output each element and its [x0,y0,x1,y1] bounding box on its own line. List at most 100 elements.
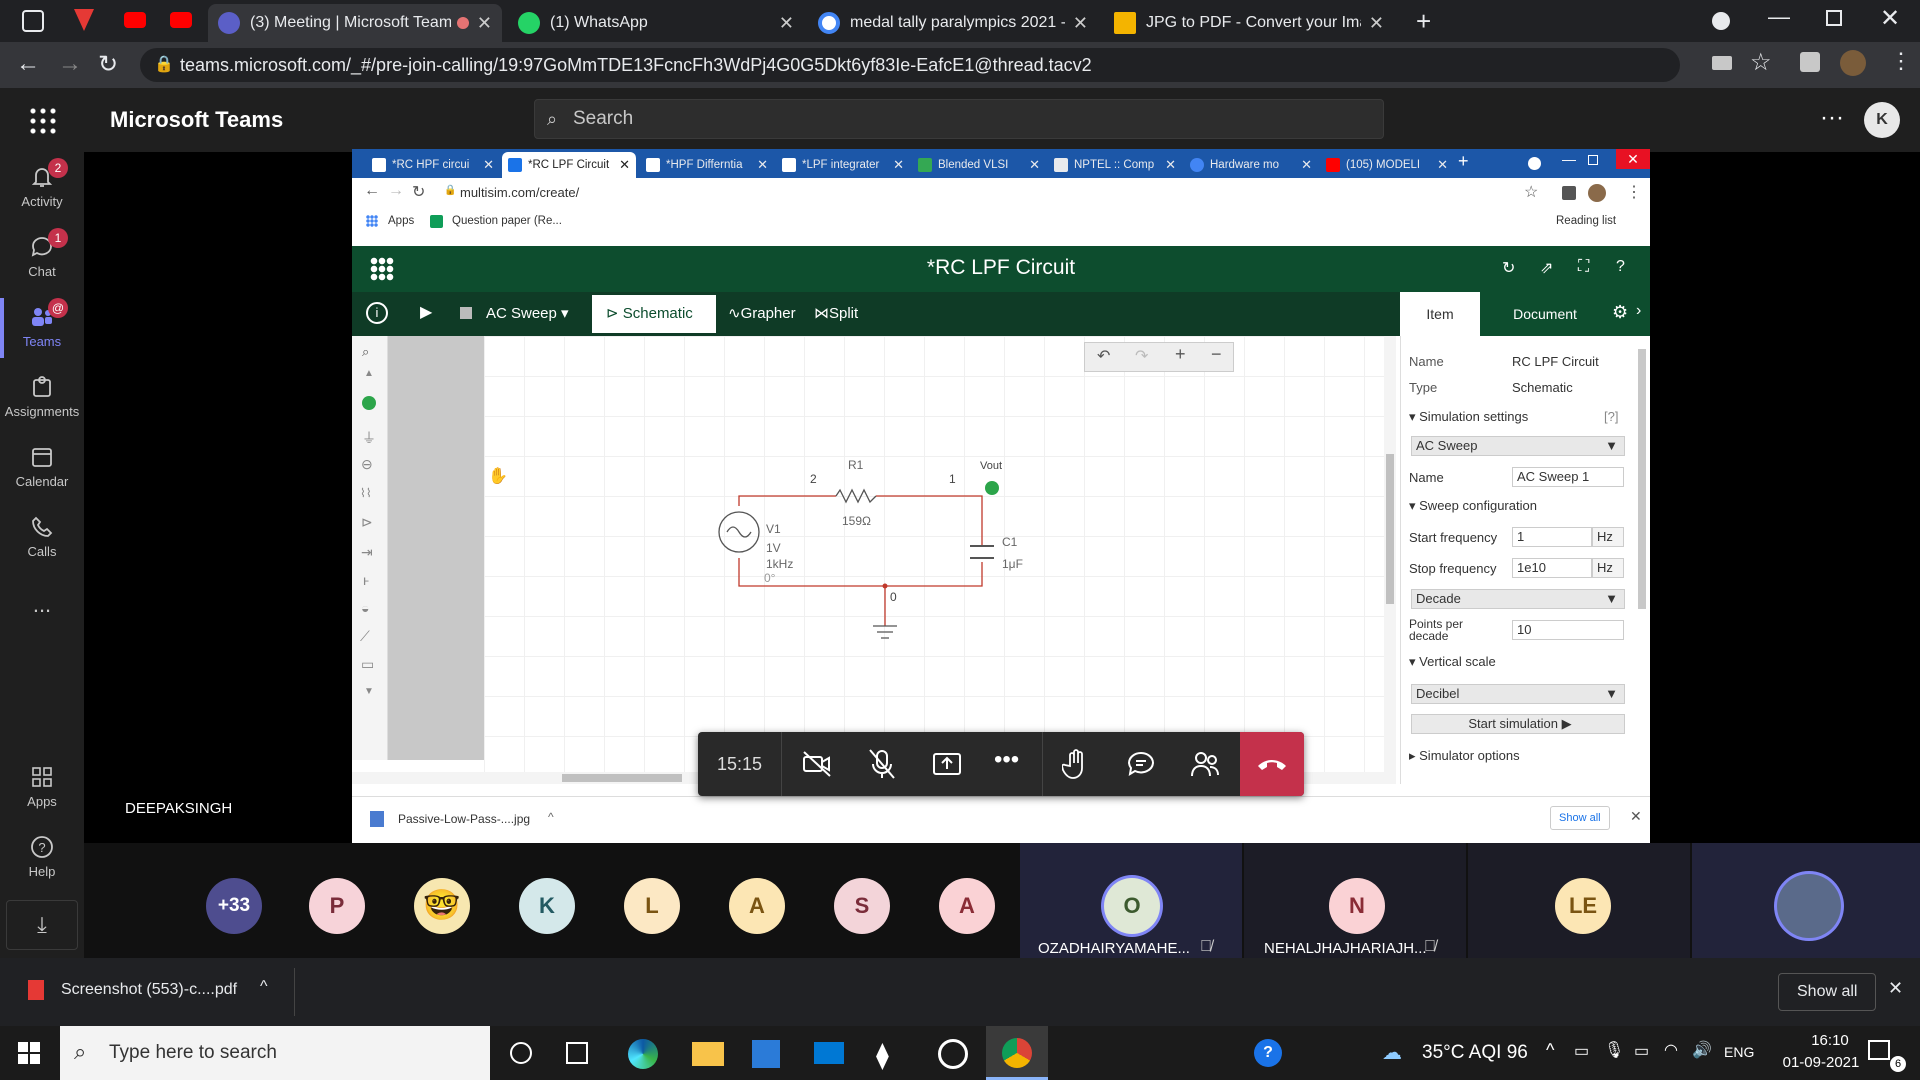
minimize-icon[interactable]: — [1562,151,1576,167]
rail-calendar[interactable]: Calendar [0,444,84,489]
scroll-thumb[interactable] [562,774,682,782]
bookmark-star-icon[interactable]: ☆ [1750,48,1772,77]
close-tab-icon[interactable]: ✕ [893,157,904,173]
inner-url[interactable]: multisim.com/create/ [460,185,579,200]
close-icon[interactable]: ✕ [1630,808,1642,825]
new-tab-icon[interactable]: + [1458,151,1469,172]
store-icon[interactable] [752,1040,780,1068]
rail-calls[interactable]: Calls [0,514,84,559]
schematic-canvas[interactable]: ↶ ↷ + − ✋ 2 1 R1 159Ω Vout C1 1μF V1 1V … [484,336,1384,772]
inner-tab[interactable]: *HPF Differntia ✕ [640,152,774,178]
close-tab-icon[interactable]: ✕ [757,157,768,173]
ground-icon[interactable]: ⏚ [362,428,376,448]
mic-off-icon[interactable] [868,748,896,780]
inner-tab[interactable]: Blended VLSI ✕ [912,152,1046,178]
ic-icon[interactable]: ▭ [361,656,374,673]
mic-icon[interactable]: 🎙 [1604,1040,1624,1060]
source-icon[interactable]: ⊖ [361,456,373,473]
close-tab-icon[interactable]: ✕ [1165,157,1176,173]
sweep-type-select[interactable]: Decade ▼ [1411,589,1625,609]
tab-item[interactable]: Item [1400,292,1480,336]
url-field[interactable]: 🔒 teams.microsoft.com/_#/pre-join-callin… [140,48,1680,82]
app-launcher-icon[interactable] [28,106,56,134]
help-icon[interactable]: ? [1254,1039,1282,1067]
extensions-icon[interactable] [1800,52,1820,72]
download-filename[interactable]: Passive-Low-Pass-....jpg [398,812,530,826]
participants-icon[interactable] [1190,750,1220,778]
section-simulator-options[interactable]: ▸ Simulator options [1409,748,1520,764]
taskbar-search[interactable]: ⌕ Type here to search [60,1026,490,1080]
panel-scroll-thumb[interactable] [1638,349,1646,609]
close-tab-icon[interactable]: ✕ [477,13,492,34]
info-icon[interactable]: i [366,302,388,324]
more-actions-icon[interactable]: ••• [994,746,1019,774]
bookmark-star-icon[interactable]: ☆ [1524,182,1538,202]
chevron-up-icon[interactable]: ^ [548,810,554,824]
rail-assignments[interactable]: Assignments [0,374,84,419]
share-screen-icon[interactable] [932,750,962,778]
bookmark-apps[interactable]: Apps [388,215,414,227]
tab-search-icon[interactable] [1528,157,1541,170]
scroll-down-icon[interactable]: ▼ [364,686,374,697]
forward-icon[interactable]: → [58,50,82,78]
switch-icon[interactable]: ⟋ [360,628,370,645]
task-view-icon[interactable] [566,1042,588,1064]
run-icon[interactable]: ▶ [420,302,432,322]
close-icon[interactable]: ✕ [1888,978,1903,999]
participant-avatar[interactable]: A [729,878,785,934]
language-indicator[interactable]: ENG [1724,1044,1754,1060]
scroll-thumb[interactable] [1386,454,1394,604]
vertical-scale-select[interactable]: Decibel ▼ [1411,684,1625,704]
diode-icon[interactable]: ⇥ [361,544,373,561]
menu-dots-icon[interactable]: ⋮ [1890,48,1912,74]
close-tab-icon[interactable]: ✕ [1301,157,1312,173]
chrome-taskbar-button[interactable] [986,1026,1048,1080]
browser-tab-teams[interactable]: (3) Meeting | Microsoft Teams ✕ [208,4,502,42]
tab-grapher[interactable]: ∿Grapher [728,304,796,322]
back-icon[interactable]: ← [364,182,380,200]
extensions-icon[interactable] [1562,186,1576,200]
inner-tab[interactable]: Hardware mo ✕ [1184,152,1318,178]
participant-avatar[interactable]: A [939,878,995,934]
new-tab-icon[interactable]: + [1416,6,1431,37]
start-simulation-button[interactable]: Start simulation ▶ [1411,714,1625,734]
stop-frequency-field[interactable]: 1e10 [1512,558,1592,578]
chat-icon[interactable] [1126,750,1156,778]
download-filename[interactable]: Screenshot (553)-c....pdf [61,981,237,999]
youtube-icon[interactable] [170,12,192,28]
reload-icon[interactable]: ↻ [412,182,425,202]
bookmark-question-paper[interactable]: Question paper (Re... [452,215,562,227]
battery-icon[interactable]: ▭ [1634,1041,1649,1061]
show-all-button[interactable]: Show all [1778,973,1877,1011]
browser-tab-google[interactable]: medal tally paralympics 2021 - G ✕ [808,4,1098,42]
close-window-icon[interactable]: ✕ [1880,4,1900,33]
restore-icon[interactable] [1588,155,1598,165]
stop-frequency-unit[interactable]: Hz [1592,558,1624,578]
chevron-up-icon[interactable]: ^ [1546,1040,1554,1061]
help-link[interactable]: [?] [1604,409,1618,424]
share-icon[interactable]: ↻ [1502,258,1515,278]
minimize-icon[interactable]: — [1768,4,1790,30]
scroll-up-icon[interactable]: ▲ [364,368,374,379]
start-frequency-field[interactable]: 1 [1512,527,1592,547]
leave-call-button[interactable] [1240,732,1304,796]
profile-avatar[interactable] [1588,184,1606,202]
restore-icon[interactable] [1826,10,1842,26]
inner-tab[interactable]: NPTEL :: Comp ✕ [1048,152,1182,178]
mail-icon[interactable] [814,1042,844,1064]
teams-search-input[interactable]: ⌕ Search [534,99,1384,139]
edge-icon[interactable] [628,1039,658,1069]
close-tab-icon[interactable]: ✕ [779,13,794,34]
browser-tab-jpg2pdf[interactable]: JPG to PDF - Convert your Image ✕ [1104,4,1394,42]
analysis-type-select[interactable]: AC Sweep ▼ [1411,436,1625,456]
cortana-icon[interactable] [510,1042,532,1064]
export-icon[interactable]: ⇗ [1540,258,1553,278]
rail-chat[interactable]: Chat 1 [0,228,84,279]
help-icon[interactable]: ? [1616,258,1625,276]
meter-icon[interactable]: ◒ [361,600,369,616]
tab-schematic[interactable]: ⊳ Schematic [592,295,716,333]
notification-center-icon[interactable] [1868,1040,1890,1060]
network-icon[interactable]: ▭ [1574,1041,1589,1061]
start-frequency-unit[interactable]: Hz [1592,527,1624,547]
reload-icon[interactable]: ↻ [98,50,118,79]
